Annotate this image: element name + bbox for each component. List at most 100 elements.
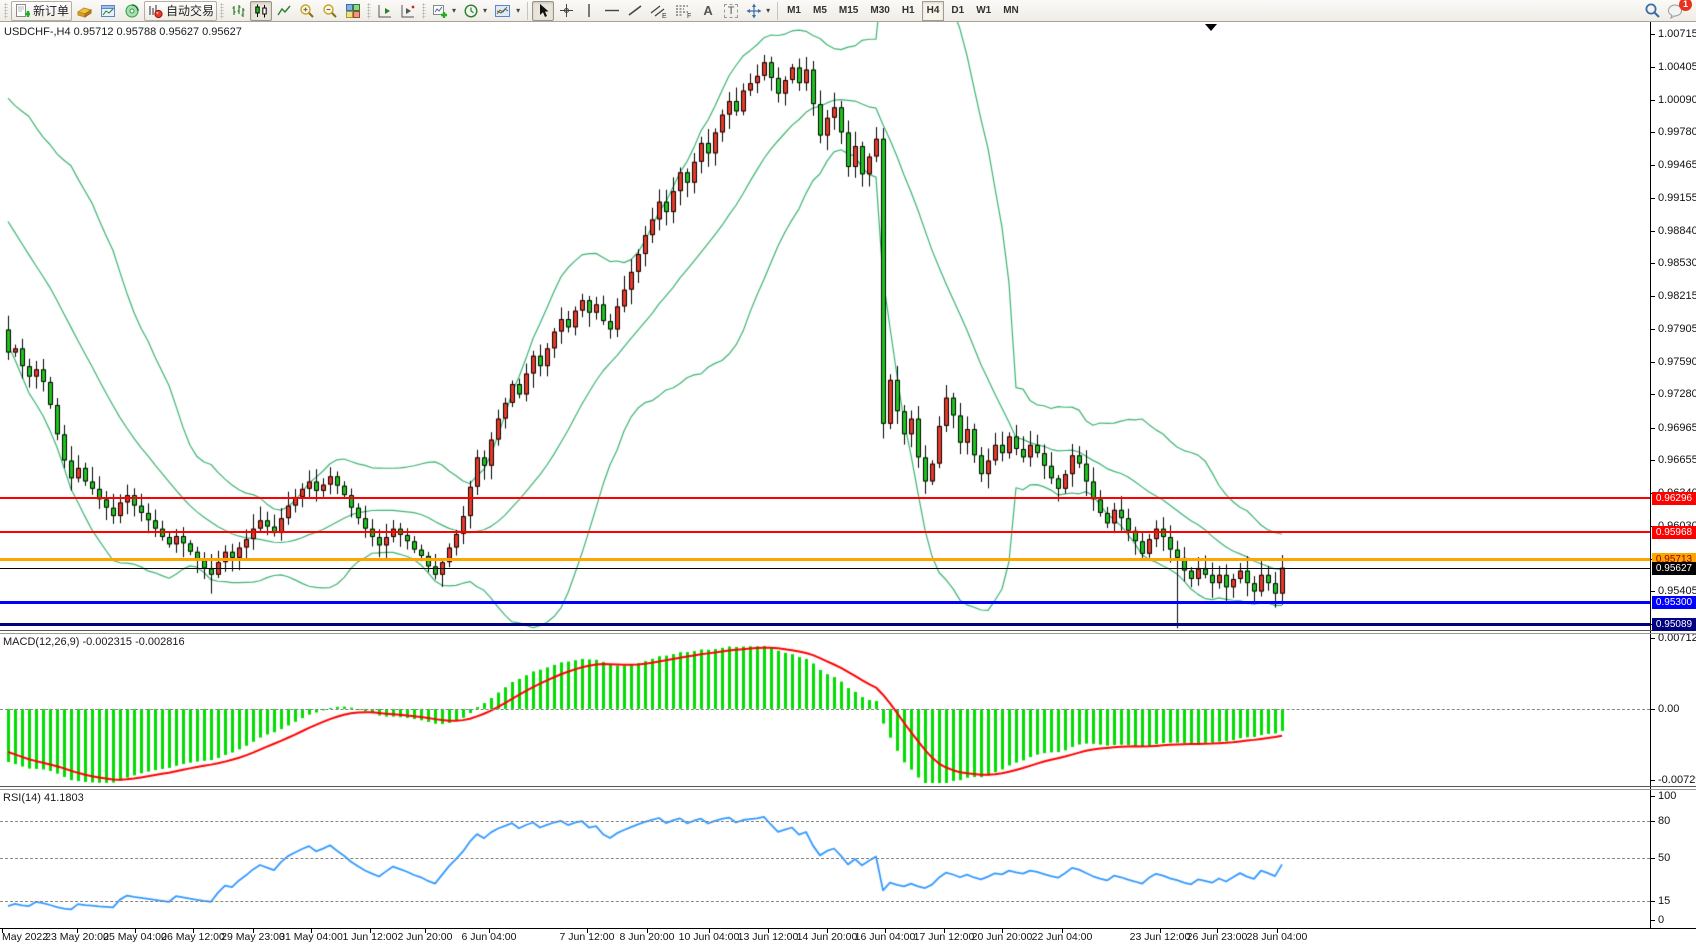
autotrade-button[interactable]: 自动交易 xyxy=(144,1,217,21)
zoom-in-button[interactable] xyxy=(296,1,318,21)
macd-tick-label: -0.00729 xyxy=(1658,774,1696,786)
text-label-tool-button[interactable]: T xyxy=(720,1,742,21)
rsi-label: RSI(14) 41.1803 xyxy=(3,792,84,804)
notifications-button[interactable]: 1 xyxy=(1664,1,1688,21)
rsi-level-line xyxy=(0,858,1650,859)
toolbar-grip xyxy=(4,3,8,19)
trendline-tool-button[interactable] xyxy=(624,1,646,21)
timeframe-MN[interactable]: MN xyxy=(998,1,1024,21)
chart-styles-button[interactable] xyxy=(73,1,96,21)
price-tick-label: 0.97280 xyxy=(1658,388,1696,400)
gold-box-icon xyxy=(76,3,93,19)
main-chart-canvas[interactable] xyxy=(0,22,1650,630)
arrows-tool-button[interactable]: ▾ xyxy=(743,1,773,21)
price-tick-label: 1.00715 xyxy=(1658,28,1696,40)
zoom-out-icon xyxy=(322,3,338,19)
tile-windows-button[interactable] xyxy=(342,1,364,21)
search-button[interactable] xyxy=(1641,1,1664,21)
pane-separator[interactable] xyxy=(0,786,1696,787)
macd-label: MACD(12,26,9) -0.002315 -0.002816 xyxy=(3,636,185,648)
time-axis-border xyxy=(0,928,1696,929)
toolbar-separator xyxy=(777,2,778,20)
channel-icon: E xyxy=(650,3,668,19)
add-indicator-button[interactable]: ▾ xyxy=(429,1,459,21)
charts-window-button[interactable] xyxy=(97,1,120,21)
price-tick-label: 0.97590 xyxy=(1658,356,1696,368)
fibonacci-tool-button[interactable]: F xyxy=(672,1,696,21)
arrows-icon xyxy=(746,3,762,19)
toolbar-right-group: 1 xyxy=(1641,1,1694,21)
cursor-tool-button[interactable] xyxy=(532,1,554,21)
chevron-down-icon: ▾ xyxy=(766,6,770,15)
resistance-line-1-badge: 0.96296 xyxy=(1652,492,1696,505)
zoom-out-button[interactable] xyxy=(319,1,341,21)
price-tick-label: 0.99465 xyxy=(1658,159,1696,171)
rsi-tick-label: 50 xyxy=(1658,852,1670,864)
fibo-tag: F xyxy=(687,13,691,19)
rsi-tick-label: 100 xyxy=(1658,790,1676,802)
price-tick-label: 1.00405 xyxy=(1658,61,1696,73)
timeframe-group: M1M5M15M30H1H4D1W1MN xyxy=(782,1,1024,21)
current-price-line[interactable] xyxy=(0,568,1650,569)
resistance-line-2-badge: 0.95968 xyxy=(1652,526,1696,539)
timeframe-M1[interactable]: M1 xyxy=(782,1,806,21)
support-line-2[interactable] xyxy=(0,623,1650,626)
macd-tick-label: 0.00 xyxy=(1658,703,1679,715)
timeframe-D1[interactable]: D1 xyxy=(946,1,969,21)
chart-title: USDCHF-,H4 0.95712 0.95788 0.95627 0.956… xyxy=(4,26,242,38)
chart-window-icon xyxy=(100,3,117,19)
channel-tag: E xyxy=(662,13,667,19)
toolbar-grip xyxy=(367,3,371,19)
refresh-button[interactable] xyxy=(121,1,143,21)
timeframe-M30[interactable]: M30 xyxy=(865,1,894,21)
price-tick-label: 0.98530 xyxy=(1658,257,1696,269)
timeframe-W1[interactable]: W1 xyxy=(971,1,996,21)
cursor-icon xyxy=(536,3,550,18)
support-line-2-badge: 0.95089 xyxy=(1652,618,1696,631)
template-icon xyxy=(494,3,512,19)
timeframe-M15[interactable]: M15 xyxy=(834,1,863,21)
new-order-button[interactable]: 新订单 xyxy=(11,1,72,21)
bar-chart-type-button[interactable] xyxy=(227,1,249,21)
price-tick-label: 0.96655 xyxy=(1658,454,1696,466)
bar-chart-icon xyxy=(230,3,246,19)
auto-scroll-button[interactable] xyxy=(397,1,419,21)
line-chart-icon xyxy=(276,3,292,19)
auto-scroll-icon xyxy=(400,3,416,19)
chevron-down-icon: ▾ xyxy=(452,6,456,15)
pane-separator[interactable] xyxy=(0,630,1696,631)
main-toolbar: 新订单 自动交易 xyxy=(0,0,1696,22)
horizontal-line-tool-button[interactable] xyxy=(601,1,623,21)
fibonacci-icon: F xyxy=(675,3,693,19)
trendline-icon xyxy=(627,3,643,18)
vertical-line-tool-button[interactable] xyxy=(578,1,600,21)
line-chart-type-button[interactable] xyxy=(273,1,295,21)
price-tick-label: 0.99780 xyxy=(1658,126,1696,138)
periods-button[interactable]: ▾ xyxy=(460,1,490,21)
resistance-line-2[interactable] xyxy=(0,531,1650,533)
text-tool-button[interactable]: A xyxy=(697,1,719,21)
indicator-plus-icon xyxy=(432,3,448,19)
horizontal-line-icon xyxy=(604,3,620,18)
chart-shift-button[interactable] xyxy=(374,1,396,21)
timeframe-M5[interactable]: M5 xyxy=(808,1,832,21)
pivot-line[interactable] xyxy=(0,558,1650,561)
current-price-line-badge: 0.95627 xyxy=(1652,562,1696,575)
templates-button[interactable]: ▾ xyxy=(491,1,523,21)
channel-tool-button[interactable]: E xyxy=(647,1,671,21)
rsi-tick-label: 15 xyxy=(1658,895,1670,907)
candlestick-type-button[interactable] xyxy=(250,1,272,21)
crosshair-tool-button[interactable] xyxy=(555,1,577,21)
chevron-down-icon: ▾ xyxy=(483,6,487,15)
support-line-1[interactable] xyxy=(0,601,1650,604)
timeframe-H1[interactable]: H1 xyxy=(897,1,920,21)
resistance-line-1[interactable] xyxy=(0,497,1650,499)
notification-badge: 1 xyxy=(1679,0,1692,11)
autotrade-icon xyxy=(147,3,163,19)
autotrade-label: 自动交易 xyxy=(166,2,214,19)
candlestick-icon xyxy=(253,3,269,19)
new-order-icon xyxy=(14,3,30,19)
timeframe-H4[interactable]: H4 xyxy=(922,1,945,21)
search-icon xyxy=(1644,2,1661,19)
tile-windows-icon xyxy=(345,3,361,19)
